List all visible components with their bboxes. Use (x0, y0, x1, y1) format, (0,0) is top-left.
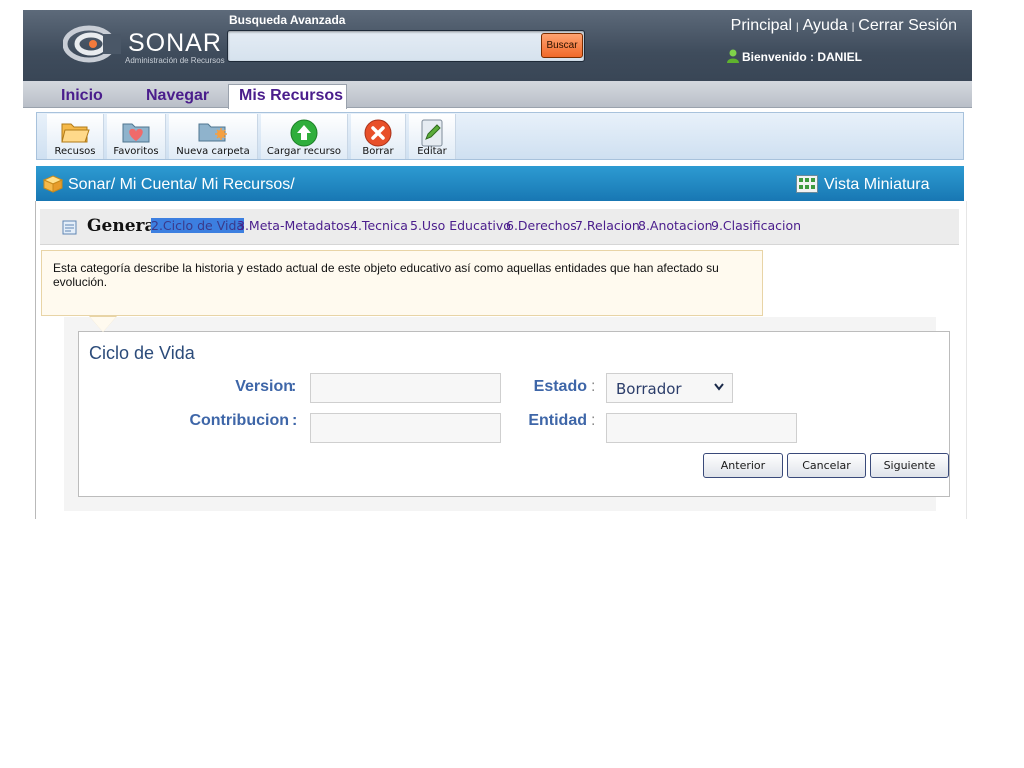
form-title: Ciclo de Vida (89, 343, 195, 363)
recursos-button[interactable]: Recusos (47, 114, 104, 159)
version-input[interactable] (310, 373, 501, 403)
top-links: Principal | Ayuda | Cerrar Sesión (731, 17, 957, 35)
estado-selected-value: Borrador (616, 380, 682, 398)
link-separator: | (851, 22, 855, 33)
delete-x-icon (364, 119, 392, 147)
editar-button[interactable]: Editar (409, 114, 456, 159)
vista-miniatura-label: Vista Miniatura (824, 176, 930, 193)
favorites-folder-icon (122, 123, 150, 143)
advanced-search-link[interactable]: Busqueda Avanzada (229, 13, 345, 27)
version-label: Version (235, 378, 293, 395)
search-button[interactable]: Buscar (541, 33, 583, 58)
colon: : (292, 412, 298, 429)
help-link[interactable]: Ayuda (803, 17, 848, 34)
search-input[interactable] (227, 30, 585, 62)
breadcrumb-bar: Sonar/ Mi Cuenta/ Mi Recursos/ Vista Min… (36, 166, 964, 201)
logout-link[interactable]: Cerrar Sesión (858, 17, 957, 34)
entidad-label: Entidad (528, 412, 587, 429)
cancelar-button[interactable]: Cancelar (787, 453, 866, 478)
step-anotacion[interactable]: 8.Anotacion (638, 218, 713, 233)
toolbar-label: Cargar recurso (266, 146, 342, 157)
step-ciclo-de-vida[interactable]: 2.Ciclo de Vida (151, 218, 245, 233)
estado-label: Estado (533, 378, 587, 395)
tab-mis-recursos[interactable]: Mis Recursos (228, 84, 348, 109)
logo[interactable]: SONAR Administración de Recursos (51, 10, 251, 81)
colon: : (591, 378, 596, 395)
contribucion-label: Contribucion (189, 412, 289, 429)
step-clasificacion[interactable]: 9.Clasificacion (711, 218, 801, 233)
chevron-down-icon (714, 383, 724, 391)
thumbnail-grid-icon (796, 175, 818, 193)
box-icon (43, 175, 63, 193)
tab-inicio[interactable]: Inicio (61, 87, 103, 105)
colon: : (591, 412, 596, 429)
link-separator: | (796, 22, 799, 33)
category-description: Esta categoría describe la historia y es… (41, 250, 763, 316)
app-header: SONAR Administración de Recursos Busqued… (23, 10, 972, 81)
breadcrumb[interactable]: Sonar/ Mi Cuenta/ Mi Recursos/ (68, 176, 295, 194)
edit-pencil-icon (421, 119, 443, 147)
main-nav: Inicio Navegar Mis Recursos (23, 81, 972, 109)
document-icon (62, 220, 77, 235)
entidad-input[interactable] (606, 413, 797, 443)
toolbar-label: Editar (417, 146, 447, 157)
logo-subtitle: Administración de Recursos (125, 56, 225, 65)
step-uso-educativo[interactable]: 5.Uso Educativo (410, 218, 511, 233)
metadata-steps-bar: General 2.Ciclo de Vida 3.Meta-Metadatos… (40, 209, 959, 245)
logo-text: SONAR (128, 29, 222, 57)
step-derechos[interactable]: 6.Derechos (506, 218, 577, 233)
favoritos-button[interactable]: Favoritos (107, 114, 166, 159)
anterior-button[interactable]: Anterior (703, 453, 783, 478)
vista-miniatura-toggle[interactable]: Vista Miniatura (796, 175, 930, 194)
welcome-prefix: Bienvenido : (742, 50, 818, 64)
borrar-button[interactable]: Borrar (351, 114, 406, 159)
toolbar-label: Borrar (362, 146, 394, 157)
estado-select[interactable]: Borrador (606, 373, 733, 403)
cargar-recurso-button[interactable]: Cargar recurso (261, 114, 348, 159)
step-meta-metadatos[interactable]: 3.Meta-Metadatos (237, 218, 350, 233)
sonar-logo-icon (63, 25, 121, 63)
new-folder-icon (198, 123, 227, 142)
nueva-carpeta-button[interactable]: Nueva carpeta (169, 114, 258, 159)
folder-open-icon (61, 123, 90, 143)
toolbar: Recusos Favoritos Nueva carpeta Cargar r… (36, 112, 964, 160)
toolbar-label: Nueva carpeta (176, 146, 250, 157)
user-icon (727, 49, 739, 63)
upload-arrow-icon (290, 119, 318, 147)
colon: : (291, 378, 297, 395)
welcome-user: DANIEL (817, 50, 863, 64)
step-relacion[interactable]: 7.Relacion (575, 218, 640, 233)
toolbar-label: Recusos (54, 146, 96, 157)
welcome-message: Bienvenido : DANIEL (727, 49, 862, 64)
principal-link[interactable]: Principal (731, 17, 792, 34)
siguiente-button[interactable]: Siguiente (870, 453, 949, 478)
step-tecnica[interactable]: 4.Tecnica (350, 218, 408, 233)
tooltip-pointer (90, 317, 116, 332)
toolbar-label: Favoritos (113, 146, 159, 157)
contribucion-input[interactable] (310, 413, 501, 443)
tab-navegar[interactable]: Navegar (146, 87, 209, 105)
